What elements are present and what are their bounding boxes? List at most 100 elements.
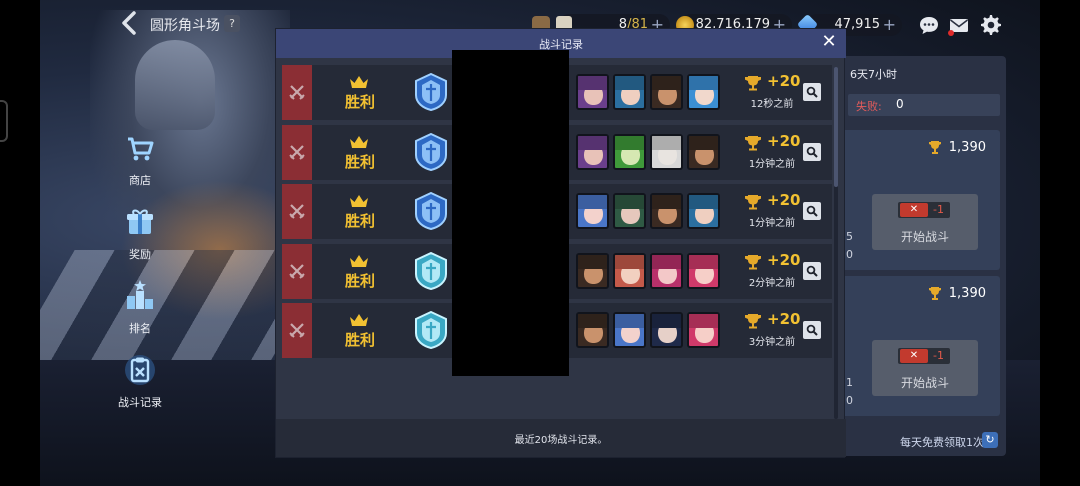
battle-result: 胜利 (344, 93, 375, 111)
hero-portrait (613, 312, 646, 348)
ticket-cost: ✕ -1 (898, 202, 950, 218)
trophy-gain: +20 (767, 250, 801, 269)
team-lineup (576, 252, 722, 289)
opponent-stat: 0 (846, 394, 853, 407)
start-battle-label: 开始战斗 (900, 376, 949, 390)
redacted-area (452, 50, 569, 376)
view-detail-button[interactable] (803, 142, 821, 161)
loss-value: 0 (896, 97, 904, 111)
hero-portrait (650, 252, 683, 289)
loss-counter: 失败: 0 (848, 94, 1000, 116)
crossed-swords-icon (289, 323, 305, 338)
record-limit-note: 最近20场战斗记录。 (514, 435, 608, 446)
side-handle[interactable] (0, 100, 8, 142)
view-detail-button[interactable] (803, 83, 821, 101)
dialog-footer: 最近20场战斗记录。 (276, 419, 846, 457)
trophy-gain: +20 (767, 310, 801, 328)
hero-portrait (687, 312, 720, 348)
crossed-swords-icon (289, 263, 305, 279)
crown-icon (350, 254, 368, 267)
result-stripe (282, 303, 312, 358)
hero-portrait (576, 193, 609, 229)
trophy-icon (745, 76, 761, 91)
battle-time: 3分钟之前 (748, 337, 796, 348)
rank-emblem-icon (415, 251, 447, 290)
hero-portrait (613, 252, 646, 289)
view-detail-button[interactable] (803, 261, 821, 280)
hero-portrait (576, 312, 609, 348)
crown-icon (350, 76, 368, 88)
hero-portrait (613, 74, 646, 110)
team-lineup (576, 74, 722, 110)
rank-emblem-icon (415, 73, 447, 111)
hero-portrait (650, 133, 683, 170)
battle-time: 12秒之前 (750, 99, 794, 110)
nav-shop[interactable]: 商店 (110, 132, 170, 188)
trophy-icon (745, 135, 761, 150)
trophy-icon (745, 254, 761, 269)
battle-result: 胜利 (344, 331, 375, 349)
crown-icon (350, 135, 368, 148)
scrollbar[interactable] (834, 67, 838, 419)
crown-icon (350, 314, 368, 326)
loss-label: 失败: (856, 100, 882, 113)
nav-ranking-label: 排名 (129, 322, 151, 335)
hero-portrait (613, 133, 646, 170)
chat-icon[interactable] (918, 14, 940, 36)
help-button[interactable]: ? (224, 15, 240, 32)
trophy-gain: +20 (767, 131, 801, 150)
ticket-icon: ✕ (900, 349, 928, 363)
opponent-stat: 1 (846, 376, 853, 389)
hero-portrait (687, 133, 720, 170)
nav-ranking[interactable]: 排名 (110, 280, 170, 336)
close-icon[interactable]: ✕ (818, 31, 840, 53)
refresh-icon[interactable]: ↻ (982, 432, 998, 448)
battle-time: 2分钟之前 (748, 277, 796, 289)
nav-battle-log[interactable]: 战斗记录 (110, 354, 170, 410)
view-detail-button[interactable] (803, 202, 821, 220)
opponent-card: 1,390 1 0 ✕ -1 开始战斗 (840, 276, 1000, 416)
rank-emblem-icon (415, 192, 447, 230)
hero-portrait (650, 193, 683, 229)
trophy-gain: +20 (767, 191, 801, 209)
settings-gear-icon[interactable] (980, 14, 1002, 36)
mail-icon[interactable] (948, 14, 970, 36)
crown-icon (350, 195, 368, 207)
scrollbar-thumb[interactable] (834, 67, 838, 187)
start-battle-button[interactable]: ✕ -1 开始战斗 (872, 194, 978, 250)
gem-plus-button[interactable]: + (883, 15, 896, 34)
nav-shop-label: 商店 (129, 174, 151, 187)
nav-rewards[interactable]: 奖励 (110, 206, 170, 262)
team-lineup (576, 312, 722, 348)
opponent-stat: 5 (846, 230, 853, 243)
trophy-icon (745, 195, 761, 210)
start-battle-button[interactable]: ✕ -1 开始战斗 (872, 340, 978, 396)
hero-portrait (613, 193, 646, 229)
ticket-icon: ✕ (900, 203, 928, 217)
magnifier-icon (806, 146, 818, 158)
ticket-cost-value: -1 (933, 349, 944, 362)
start-battle-label: 开始战斗 (900, 230, 949, 244)
result-stripe (282, 243, 312, 299)
trophy-icon (929, 287, 941, 300)
result-stripe (282, 124, 312, 180)
hero-portrait (576, 133, 609, 170)
team-lineup (576, 133, 722, 170)
screen-title: 圆形角斗场 (150, 18, 220, 34)
rank-emblem-icon (415, 311, 447, 349)
magnifier-icon (806, 86, 818, 98)
magnifier-icon (806, 205, 818, 217)
opponent-card: 1,390 5 0 ✕ -1 开始战斗 (840, 130, 1000, 270)
result-stripe (282, 184, 312, 239)
ticket-cost-value: -1 (933, 203, 944, 216)
nav-rewards-label: 奖励 (129, 248, 151, 261)
view-detail-button[interactable] (803, 321, 821, 339)
hero-portrait (687, 193, 720, 229)
hero-portrait (650, 74, 683, 110)
crossed-swords-icon (289, 204, 305, 219)
hero-portrait (687, 252, 720, 289)
rank-emblem-icon (415, 132, 447, 171)
opponent-stat: 0 (846, 248, 853, 261)
battle-time: 1分钟之前 (748, 158, 796, 170)
back-arrow-icon[interactable] (118, 10, 142, 36)
